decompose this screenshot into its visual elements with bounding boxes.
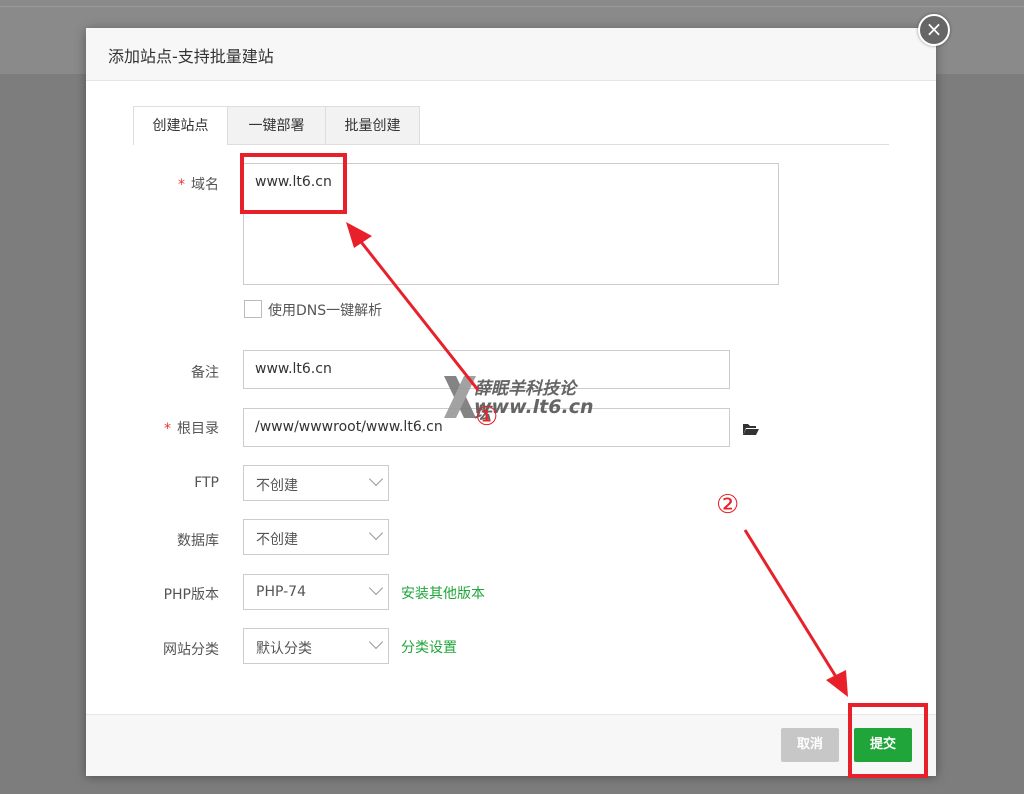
annotation-arrow-1 (356, 237, 480, 391)
annotation-arrow-2 (743, 529, 840, 681)
annotation-arrows (346, 222, 848, 697)
annotation-arrowhead-2 (826, 670, 848, 697)
annotation-arrowhead-1 (346, 222, 372, 248)
annotation-marker-2: ② (716, 490, 740, 520)
annotation-marker-1: ① (475, 402, 499, 432)
